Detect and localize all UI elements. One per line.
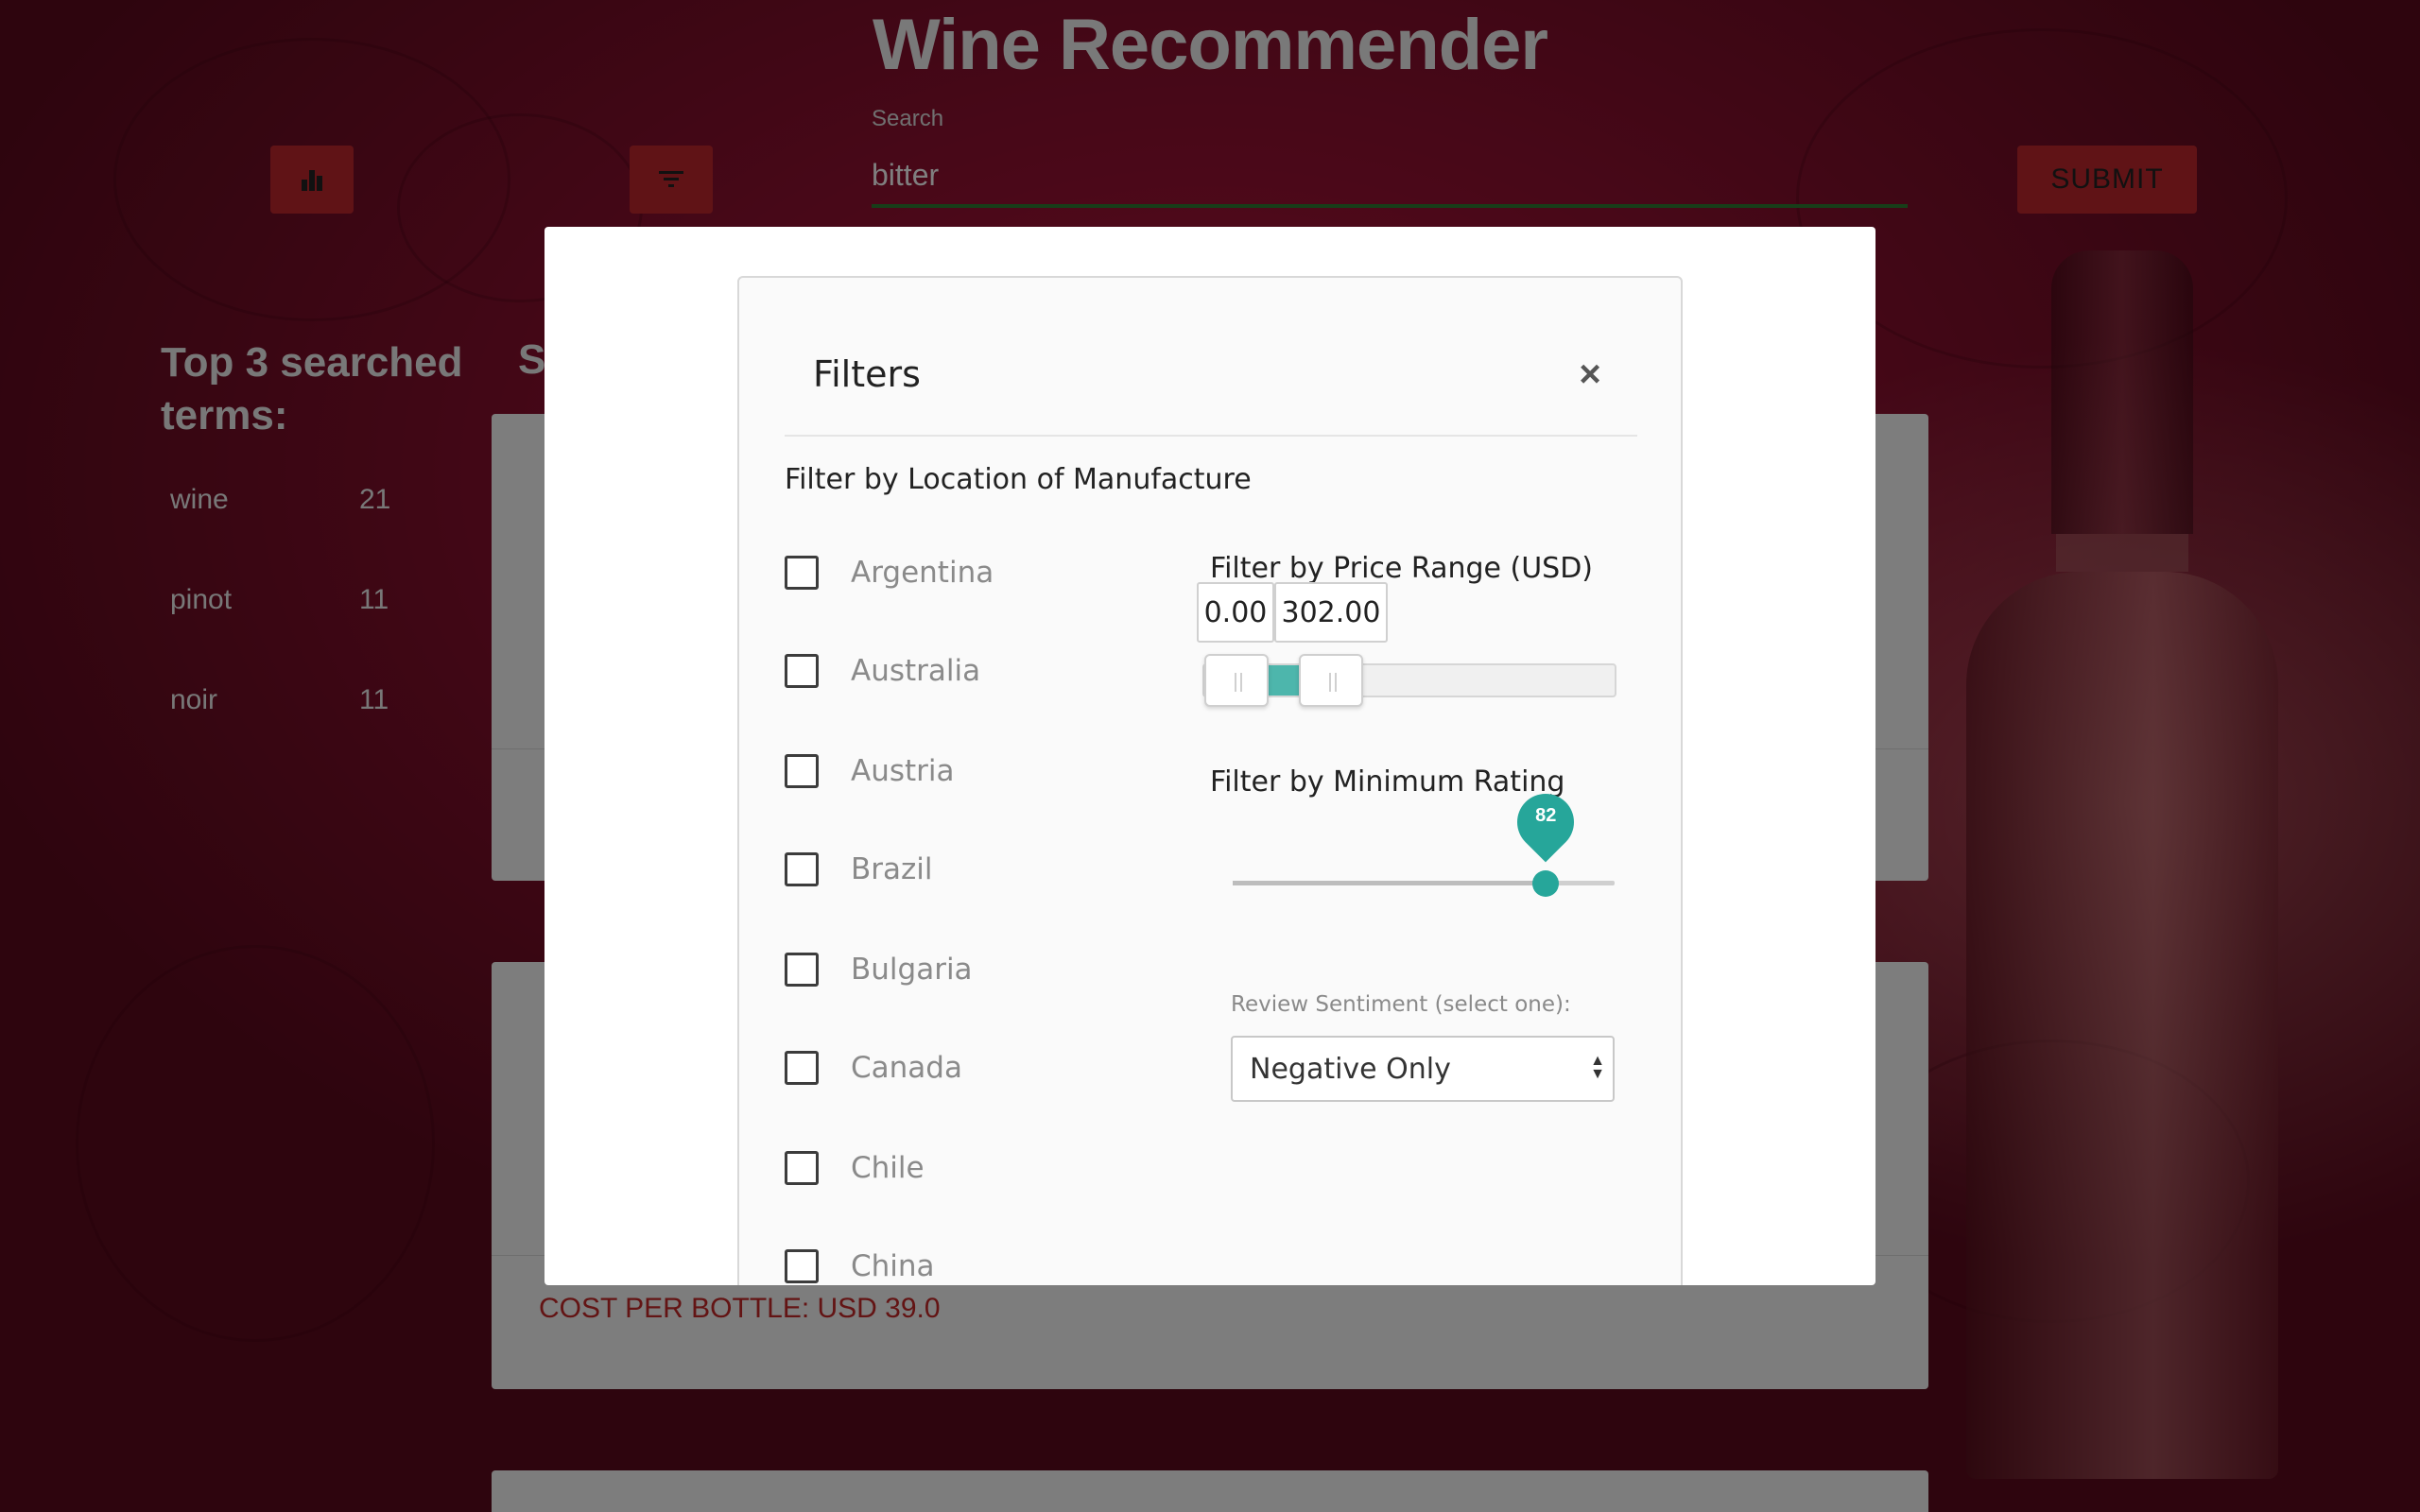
- close-icon[interactable]: ×: [1571, 355, 1609, 393]
- checkbox[interactable]: [785, 556, 819, 590]
- checkbox[interactable]: [785, 1249, 819, 1283]
- country-label: Chile: [851, 1151, 925, 1185]
- location-filter-heading: Filter by Location of Manufacture: [785, 463, 1252, 496]
- checkbox[interactable]: [785, 852, 819, 886]
- checkbox[interactable]: [785, 953, 819, 987]
- country-option-argentina[interactable]: Argentina: [785, 554, 994, 592]
- filters-panel: Filters × Filter by Location of Manufact…: [737, 276, 1683, 1285]
- sentiment-select[interactable]: Negative Only ▲ ▼: [1231, 1036, 1615, 1102]
- country-option-austria[interactable]: Austria: [785, 752, 955, 790]
- rating-slider-fill: [1233, 881, 1547, 885]
- country-label: Argentina: [851, 556, 994, 590]
- rating-value: 82: [1535, 805, 1557, 826]
- country-label: Austria: [851, 754, 955, 788]
- price-filter-heading: Filter by Price Range (USD): [1210, 552, 1594, 585]
- checkbox[interactable]: [785, 754, 819, 788]
- rating-slider-thumb[interactable]: [1532, 870, 1560, 897]
- country-option-brazil[interactable]: Brazil: [785, 850, 933, 888]
- price-max-handle[interactable]: [1299, 654, 1363, 707]
- price-min-handle[interactable]: [1204, 654, 1269, 707]
- sentiment-label: Review Sentiment (select one):: [1231, 992, 1571, 1017]
- price-min-input[interactable]: 0.00: [1197, 582, 1274, 643]
- country-label: Australia: [851, 654, 981, 688]
- select-arrows-icon: ▲ ▼: [1590, 1053, 1605, 1082]
- checkbox[interactable]: [785, 1151, 819, 1185]
- rating-filter-heading: Filter by Minimum Rating: [1210, 765, 1565, 799]
- filters-modal: Filters × Filter by Location of Manufact…: [544, 227, 1876, 1285]
- divider: [785, 435, 1637, 437]
- country-option-australia[interactable]: Australia: [785, 652, 980, 690]
- price-max-input[interactable]: 302.00: [1274, 582, 1388, 643]
- checkbox[interactable]: [785, 1051, 819, 1085]
- country-label: Bulgaria: [851, 953, 973, 987]
- country-option-canada[interactable]: Canada: [785, 1049, 962, 1087]
- sentiment-selected-value: Negative Only: [1250, 1052, 1451, 1086]
- country-option-china[interactable]: China: [785, 1247, 935, 1285]
- country-option-chile[interactable]: Chile: [785, 1149, 925, 1187]
- country-label: Canada: [851, 1051, 962, 1085]
- country-option-bulgaria[interactable]: Bulgaria: [785, 951, 973, 988]
- checkbox[interactable]: [785, 654, 819, 688]
- country-label: China: [851, 1249, 935, 1283]
- filters-title: Filters: [813, 353, 921, 395]
- country-label: Brazil: [851, 852, 933, 886]
